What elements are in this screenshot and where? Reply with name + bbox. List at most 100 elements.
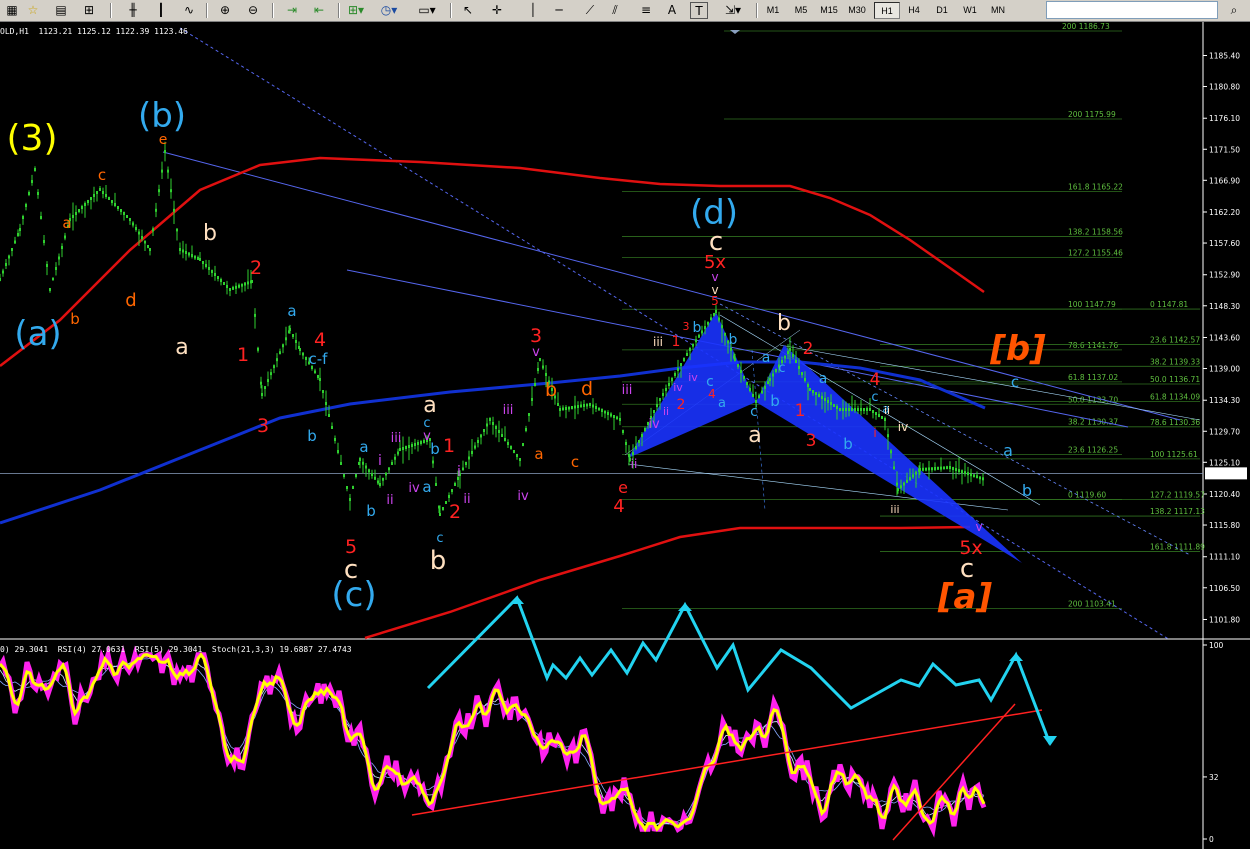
price-candle [120, 209, 122, 212]
data-window-icon[interactable]: ▤ [52, 2, 70, 19]
price-candle [724, 332, 726, 336]
price-candle [507, 442, 509, 445]
auto-scroll-icon[interactable]: ⇥ [283, 2, 301, 19]
timeframe-m15[interactable]: M15 [816, 2, 842, 19]
grid-icon[interactable]: ▦ [3, 2, 21, 19]
text-tool[interactable]: A [663, 2, 681, 19]
price-candle [28, 192, 30, 195]
price-candle [17, 233, 19, 236]
timeframe-m30[interactable]: M30 [844, 2, 870, 19]
periods-icon[interactable]: ◷▾ [380, 2, 398, 19]
price-candle [305, 357, 307, 360]
price-candle [632, 452, 634, 455]
wave-label: d [125, 290, 136, 311]
horizontal-line-icon[interactable]: ─ [550, 2, 568, 19]
channel-icon[interactable]: ⫽ [606, 2, 624, 19]
price-candle [653, 410, 655, 413]
price-candle [896, 482, 898, 486]
timeframe-m1[interactable]: M1 [760, 2, 786, 19]
price-candle [601, 409, 603, 412]
price-candle [821, 396, 823, 399]
price-candle [641, 434, 643, 437]
price-candle [322, 390, 324, 393]
price-candle [857, 408, 859, 411]
price-candle [58, 256, 60, 260]
price-candle [580, 404, 582, 408]
price-candle [173, 208, 175, 212]
price-candle [483, 429, 485, 432]
wave-label: d [581, 378, 593, 400]
trendline-icon[interactable]: ⟋ [581, 2, 599, 19]
timeframe-h4[interactable]: H4 [901, 2, 927, 19]
price-candle [851, 408, 853, 411]
price-candle [713, 312, 715, 316]
price-candle [501, 434, 503, 437]
indicators-icon[interactable]: ⊞▾ [347, 2, 365, 19]
price-candle [365, 465, 367, 469]
timeframe-mn[interactable]: MN [985, 2, 1011, 19]
price-candle [824, 398, 826, 401]
price-candle [607, 412, 609, 415]
price-candle [129, 218, 131, 221]
price-candle [270, 372, 272, 376]
price-chart[interactable]: 1185.40 1180.80 1176.10 1171.50 1166.90 1162.… [0, 22, 1250, 849]
wave-label: v [532, 345, 540, 360]
bar-chart-icon[interactable]: ╫ [124, 2, 142, 19]
crosshair-icon[interactable]: ✛ [488, 2, 506, 19]
wave-label: a [762, 350, 771, 366]
timeframe-d1[interactable]: D1 [929, 2, 955, 19]
timeframe-m5[interactable]: M5 [788, 2, 814, 19]
zoom-out-icon[interactable]: ⊖ [244, 2, 262, 19]
vertical-line-icon[interactable]: │ [524, 2, 542, 19]
price-candle [934, 467, 936, 470]
price-candle [379, 483, 381, 486]
moving-average-red-upper [0, 156, 985, 367]
wave-label: v [975, 520, 982, 534]
search-input[interactable] [1046, 1, 1218, 19]
zoom-in-icon[interactable]: ⊕ [216, 2, 234, 19]
price-candle [964, 471, 966, 475]
price-candle [674, 373, 676, 376]
search-icon[interactable]: ⌕ [1222, 1, 1246, 19]
indicator-tick-label: 100 [1209, 641, 1224, 650]
price-candle [854, 408, 856, 411]
price-candle [40, 216, 42, 219]
price-candle [866, 408, 868, 411]
favorites-icon[interactable]: ☆ [24, 2, 42, 19]
price-candle [451, 489, 453, 492]
chart-window[interactable]: 1185.40 1180.80 1176.10 1171.50 1166.90 1162.… [0, 22, 1250, 849]
templates-icon[interactable]: ▭▾ [414, 2, 440, 19]
price-candle [613, 415, 615, 418]
price-tick-label: 1176.10 [1209, 114, 1240, 123]
arrows-icon[interactable]: ⇲▾ [724, 2, 742, 19]
price-candle [809, 388, 811, 391]
cursor-icon[interactable]: ↖ [459, 2, 477, 19]
timeframe-w1[interactable]: W1 [957, 2, 983, 19]
price-candle [734, 358, 736, 361]
price-candle [5, 263, 7, 266]
timeframe-h1[interactable]: H1 [874, 2, 900, 19]
price-candle [46, 264, 48, 267]
price-candle [408, 445, 410, 448]
wave-label: iv [673, 381, 683, 394]
chart-shift-icon[interactable]: ⇤ [310, 2, 328, 19]
price-candle [946, 466, 948, 470]
price-candle [391, 462, 393, 465]
wave-label: a [359, 438, 368, 456]
price-candle [257, 347, 259, 351]
wave-label: e [159, 132, 168, 148]
candle-chart-icon[interactable]: ┃ [152, 2, 170, 19]
zigzag-arrowhead [1043, 736, 1057, 746]
price-candle [191, 254, 193, 257]
text-label-tool[interactable]: T [690, 2, 708, 19]
price-candle [362, 461, 364, 465]
price-candle [863, 408, 865, 411]
wave-label: iv [648, 417, 660, 432]
price-candle [571, 406, 573, 409]
price-candle [117, 206, 119, 209]
line-chart-icon[interactable]: ∿ [180, 2, 198, 19]
fibonacci-icon[interactable]: ≡ [637, 2, 655, 19]
navigator-icon[interactable]: ⊞ [80, 2, 98, 19]
price-candle [982, 477, 984, 481]
price-candle [689, 348, 691, 351]
